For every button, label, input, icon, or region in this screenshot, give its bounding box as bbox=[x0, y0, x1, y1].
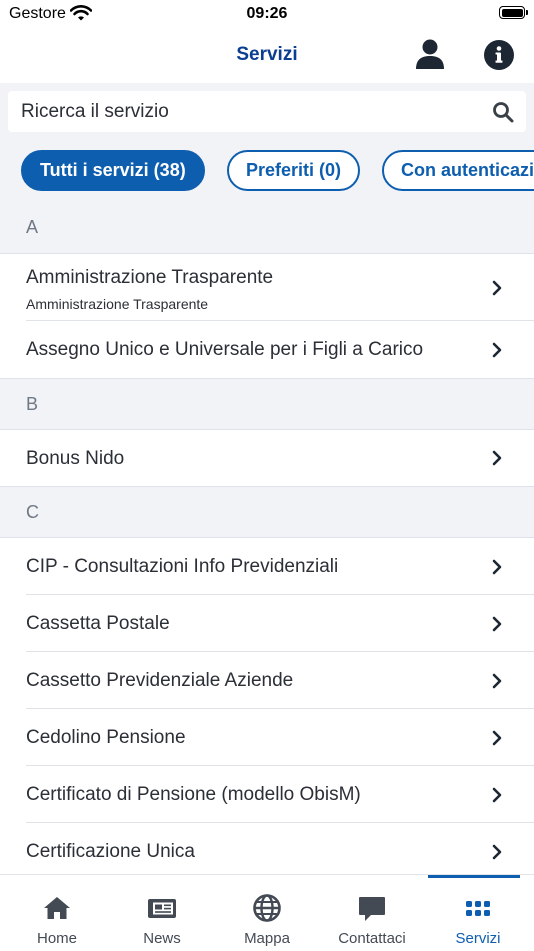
tab-home[interactable]: Home bbox=[4, 875, 110, 951]
chevron-right-icon bbox=[492, 342, 502, 358]
list-item-title: Cassetta Postale bbox=[26, 613, 170, 634]
page-title: Servizi bbox=[236, 44, 298, 65]
section-letter: B bbox=[26, 394, 39, 414]
filter-chips: Tutti i servizi (38) Preferiti (0) Con a… bbox=[0, 140, 534, 202]
search-section bbox=[0, 83, 534, 140]
tab-label: Mappa bbox=[244, 930, 290, 947]
chevron-right-icon bbox=[492, 730, 502, 746]
search-bar bbox=[8, 91, 526, 132]
chat-bubble-icon bbox=[359, 897, 385, 921]
section-letter: C bbox=[26, 502, 39, 522]
home-icon bbox=[44, 897, 70, 919]
navigation-bar: Servizi bbox=[0, 28, 534, 83]
tab-mappa[interactable]: Mappa bbox=[214, 875, 320, 951]
list-item-bonus-nido[interactable]: Bonus Nido bbox=[0, 430, 534, 486]
search-input[interactable] bbox=[21, 91, 481, 132]
tab-label: Contattaci bbox=[338, 930, 406, 947]
chevron-right-icon bbox=[492, 616, 502, 632]
chevron-right-icon bbox=[492, 787, 502, 803]
tab-label: News bbox=[143, 930, 181, 947]
search-icon[interactable] bbox=[492, 101, 514, 123]
list-item-amministrazione-trasparente[interactable]: Amministrazione Trasparente Amministrazi… bbox=[0, 254, 534, 321]
list-item-title: Assegno Unico e Universale per i Figli a… bbox=[26, 339, 424, 360]
list-item-title: Bonus Nido bbox=[26, 448, 125, 469]
tab-news[interactable]: News bbox=[109, 875, 215, 951]
list-item-title: Certificato di Pensione (modello ObisM) bbox=[26, 784, 361, 805]
list-item-title: Certificazione Unica bbox=[26, 841, 195, 862]
user-icon[interactable] bbox=[414, 38, 446, 70]
list-item-cip[interactable]: CIP - Consultazioni Info Previdenziali bbox=[0, 538, 534, 595]
tab-contattaci[interactable]: Contattaci bbox=[319, 875, 425, 951]
list-item-cassetta-postale[interactable]: Cassetta Postale bbox=[0, 595, 534, 652]
list-item-certificato-pensione[interactable]: Certificato di Pensione (modello ObisM) bbox=[0, 766, 534, 823]
filter-authenticated[interactable]: Con autenticazione bbox=[382, 150, 534, 191]
list-item-cassetto-previdenziale[interactable]: Cassetto Previdenziale Aziende bbox=[0, 652, 534, 709]
clock: 09:26 bbox=[246, 5, 288, 22]
tab-label: Servizi bbox=[455, 930, 501, 947]
tab-bar: Home News Mappa Contattaci Servizi bbox=[0, 874, 534, 950]
battery-icon bbox=[499, 6, 528, 19]
chevron-right-icon bbox=[492, 673, 502, 689]
newspaper-icon bbox=[148, 899, 176, 918]
chevron-right-icon bbox=[492, 450, 502, 466]
section-header-b: B bbox=[0, 378, 534, 430]
chevron-right-icon bbox=[492, 559, 502, 575]
tab-servizi[interactable]: Servizi bbox=[425, 875, 531, 951]
globe-icon bbox=[253, 894, 281, 922]
list-item-assegno-unico[interactable]: Assegno Unico e Universale per i Figli a… bbox=[0, 321, 534, 378]
list-item-subtitle: Amministrazione Trasparente bbox=[26, 296, 209, 312]
service-list: A Amministrazione Trasparente Amministra… bbox=[0, 202, 534, 874]
list-item-title: Cedolino Pensione bbox=[26, 727, 186, 748]
chevron-right-icon bbox=[492, 844, 502, 860]
chevron-right-icon bbox=[492, 280, 502, 296]
list-item-certificazione-unica[interactable]: Certificazione Unica bbox=[0, 823, 534, 874]
filter-favorites[interactable]: Preferiti (0) bbox=[227, 150, 361, 191]
status-bar: Gestore 09:26 bbox=[0, 0, 534, 28]
section-letter: A bbox=[26, 217, 39, 237]
tab-label: Home bbox=[36, 930, 77, 947]
list-item-title: CIP - Consultazioni Info Previdenziali bbox=[26, 556, 339, 577]
info-icon[interactable] bbox=[483, 39, 515, 71]
grid-icon bbox=[466, 901, 490, 916]
active-tab-indicator bbox=[428, 875, 520, 878]
list-item-cedolino-pensione[interactable]: Cedolino Pensione bbox=[0, 709, 534, 766]
section-header-a: A bbox=[0, 202, 534, 254]
section-header-c: C bbox=[0, 486, 534, 538]
list-item-title: Amministrazione Trasparente bbox=[26, 267, 274, 288]
list-item-title: Cassetto Previdenziale Aziende bbox=[26, 670, 294, 691]
filter-all-services[interactable]: Tutti i servizi (38) bbox=[21, 150, 205, 191]
